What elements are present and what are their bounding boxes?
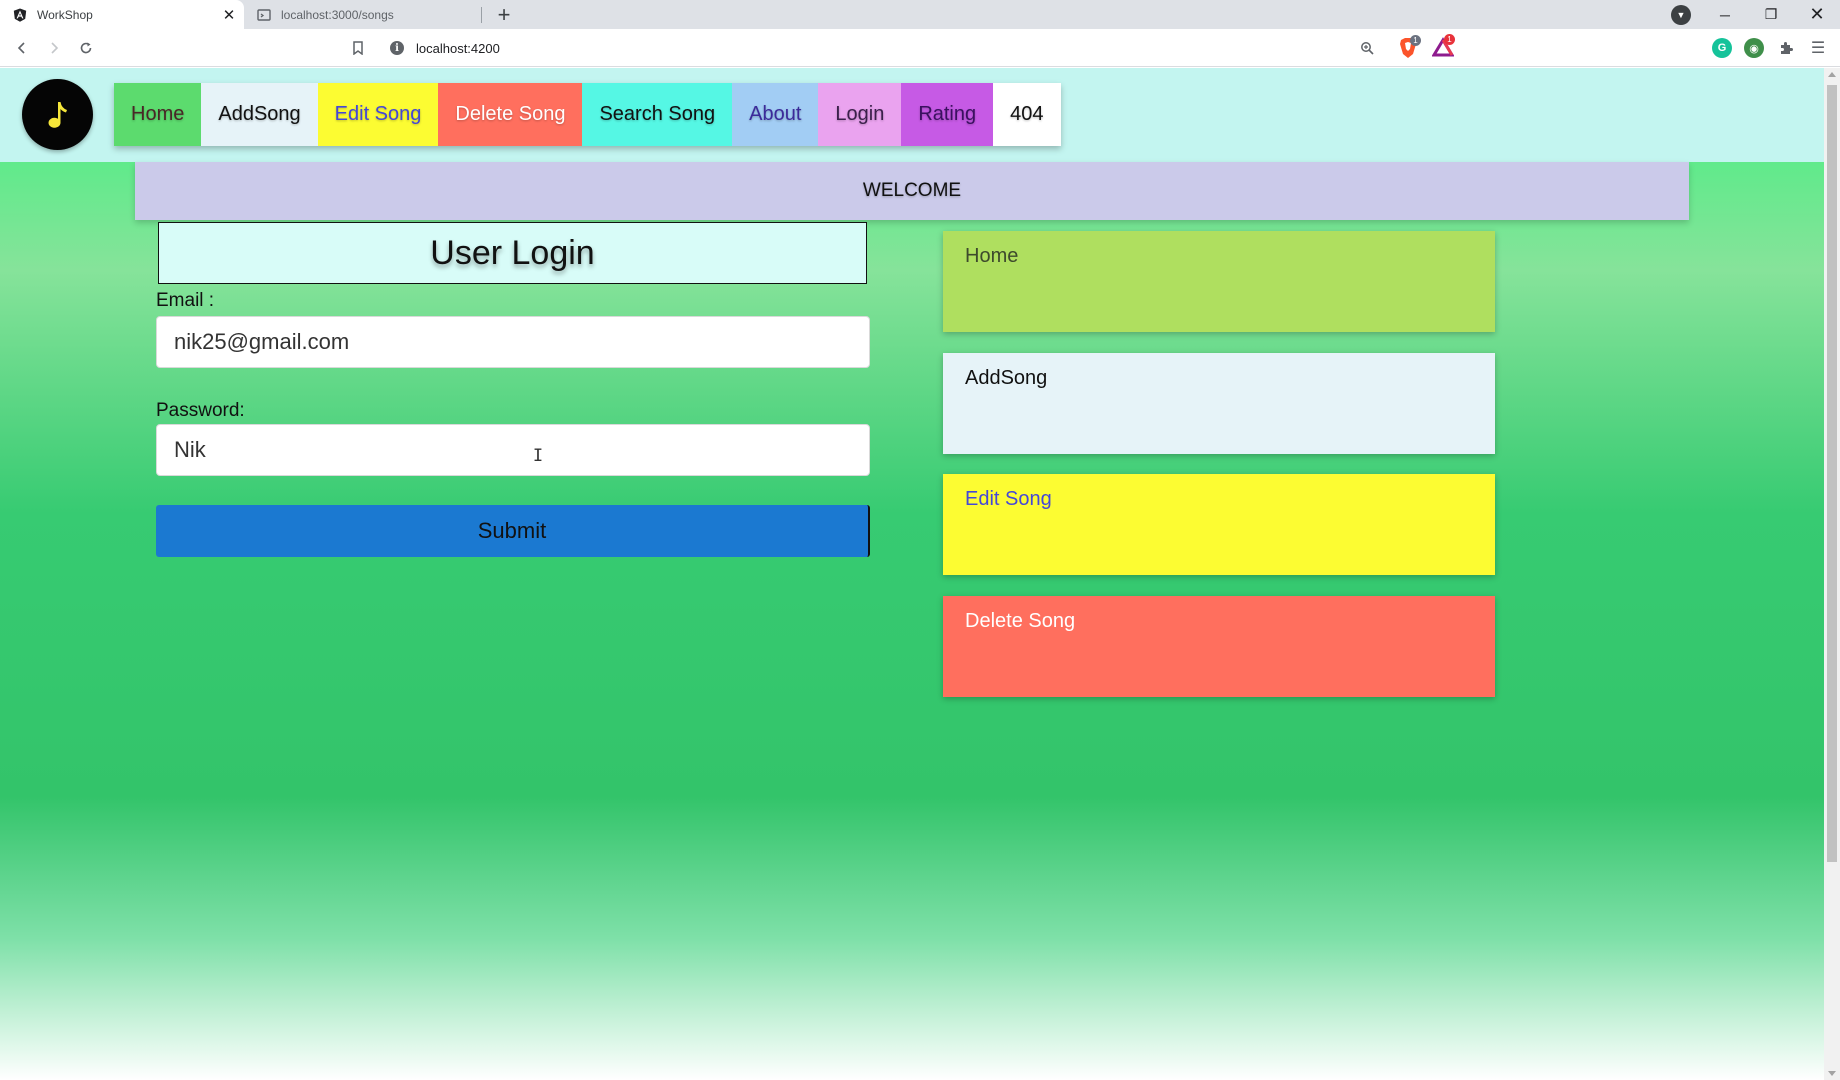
email-label: Email : [156, 290, 215, 311]
scroll-up-icon[interactable] [1828, 72, 1836, 77]
nav-about[interactable]: About [732, 83, 819, 146]
scrollbar-thumb[interactable] [1827, 85, 1837, 862]
page-icon [256, 7, 272, 23]
back-button[interactable] [8, 34, 36, 62]
nav-label: Search Song [599, 103, 716, 125]
music-note-icon[interactable] [22, 79, 93, 150]
scroll-down-icon[interactable] [1828, 1071, 1836, 1076]
restore-button[interactable]: ❐ [1748, 0, 1794, 29]
password-label: Password: [156, 400, 245, 421]
nav-label: Edit Song [334, 103, 422, 125]
card-delete-song[interactable]: Delete Song [943, 596, 1495, 697]
extensions-puzzle-icon[interactable] [1776, 38, 1796, 58]
nav-edit-song[interactable]: Edit Song [317, 83, 439, 146]
nav-label: Home [131, 103, 185, 125]
tab-search-icon[interactable]: ▼ [1671, 5, 1691, 25]
card-home[interactable]: Home [943, 231, 1495, 332]
window-close-button[interactable]: ✕ [1794, 0, 1840, 29]
address-url: localhost:4200 [416, 40, 500, 56]
page-scrollbar[interactable] [1824, 68, 1840, 1080]
nav-label: Delete Song [455, 103, 566, 125]
card-addsong[interactable]: AddSong [943, 353, 1495, 454]
nav-label: Rating [918, 103, 977, 125]
app-header: Home AddSong Edit Song Delete Song Searc… [0, 68, 1824, 162]
browser-toolbar: i localhost:4200 1 1 G ◉ ☰ [0, 29, 1840, 67]
new-tab-button[interactable]: + [490, 1, 518, 29]
shield-badge: 1 [1410, 35, 1421, 46]
nav-home[interactable]: Home [114, 83, 202, 146]
card-label: Home [965, 245, 1019, 267]
address-bar[interactable]: i localhost:4200 [382, 34, 1462, 62]
card-edit-song[interactable]: Edit Song [943, 474, 1495, 575]
main-nav: Home AddSong Edit Song Delete Song Searc… [114, 83, 1061, 146]
tab-title: localhost:3000/songs [281, 7, 394, 22]
nav-delete-song[interactable]: Delete Song [438, 83, 583, 146]
brave-shield-icon[interactable]: 1 [1398, 35, 1421, 59]
card-label: Delete Song [965, 610, 1076, 632]
card-label: AddSong [965, 367, 1048, 389]
forward-button[interactable] [40, 34, 68, 62]
info-icon[interactable]: i [390, 41, 404, 55]
minimize-button[interactable]: ─ [1702, 0, 1748, 29]
rewards-badge: 1 [1444, 34, 1455, 45]
tab-separator [481, 7, 482, 23]
nav-search-song[interactable]: Search Song [582, 83, 733, 146]
nav-label: About [749, 103, 802, 125]
angular-icon [12, 7, 28, 23]
nav-404[interactable]: 404 [993, 83, 1061, 146]
login-title: User Login [158, 222, 867, 284]
close-icon[interactable]: ✕ [218, 4, 240, 26]
nav-label: Login [835, 103, 885, 125]
tab-title: WorkShop [37, 7, 93, 22]
tab-songs[interactable]: localhost:3000/songs [244, 0, 482, 29]
card-label: Edit Song [965, 488, 1052, 510]
brave-rewards-icon[interactable]: 1 [1431, 34, 1455, 59]
email-field[interactable] [156, 316, 870, 368]
zoom-icon[interactable] [1357, 38, 1377, 58]
submit-button[interactable]: Submit [156, 505, 870, 557]
grammarly-icon[interactable]: G [1712, 38, 1732, 58]
nav-login[interactable]: Login [818, 83, 902, 146]
tab-workshop[interactable]: WorkShop ✕ [0, 0, 244, 29]
text-cursor-icon: I [532, 446, 544, 466]
reload-button[interactable] [72, 34, 100, 62]
nav-rating[interactable]: Rating [901, 83, 994, 146]
password-field[interactable] [156, 424, 870, 476]
nav-addsong[interactable]: AddSong [201, 83, 318, 146]
bookmark-icon[interactable] [344, 34, 372, 62]
extension-globe-icon[interactable]: ◉ [1744, 38, 1764, 58]
browser-menu-icon[interactable]: ☰ [1808, 38, 1828, 58]
nav-label: AddSong [218, 103, 301, 125]
browser-tab-bar: WorkShop ✕ localhost:3000/songs + ▼ ─ ❐ … [0, 0, 1840, 29]
page-viewport: Home AddSong Edit Song Delete Song Searc… [0, 68, 1824, 1080]
nav-label: 404 [1010, 103, 1044, 125]
welcome-banner: WELCOME [135, 162, 1689, 220]
